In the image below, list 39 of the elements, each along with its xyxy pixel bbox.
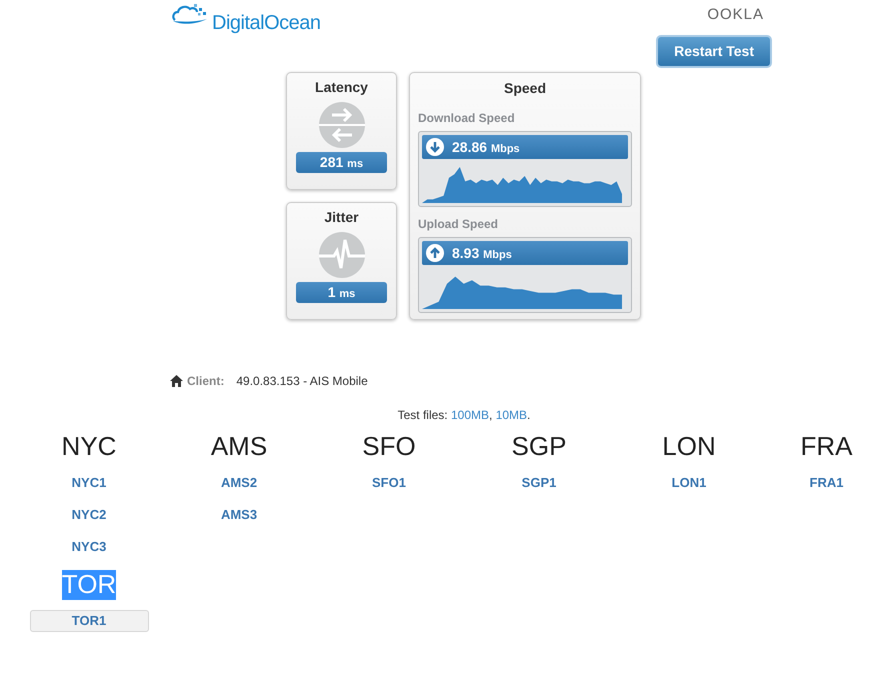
section-title: Download Speed xyxy=(418,110,516,127)
arrows-icon xyxy=(318,102,364,148)
server-link[interactable]: NYC2 xyxy=(30,504,148,526)
restart-button[interactable]: Restart Test xyxy=(656,34,772,68)
punctuation: , xyxy=(489,408,492,422)
server-link[interactable]: AMS2 xyxy=(180,472,298,494)
region-name: TOR xyxy=(62,570,116,600)
server-link[interactable]: NYC3 xyxy=(30,536,148,558)
region-name: AMS xyxy=(210,432,268,462)
file-link[interactable]: 10MB xyxy=(496,408,528,422)
logo-text[interactable]: DigitalOcean xyxy=(212,8,321,38)
region-name: SFO xyxy=(362,432,416,462)
server-link[interactable]: NYC1 xyxy=(30,472,148,494)
client-value: 49.0.83.153 - AIS Mobile xyxy=(236,373,368,390)
pulse-icon xyxy=(318,232,364,278)
speed-readout: 28.86 Mbps xyxy=(422,135,628,159)
panel-title: Latency xyxy=(315,78,368,97)
test-files-label: Test files: xyxy=(398,408,449,422)
server-link[interactable]: TOR1 xyxy=(30,610,148,632)
jitter-readout: 1 ms xyxy=(296,282,387,303)
server-link[interactable]: AMS3 xyxy=(180,504,298,526)
server-link[interactable]: SFO1 xyxy=(330,472,448,494)
region-name: FRA xyxy=(800,432,852,462)
region-name: SGP xyxy=(512,432,566,462)
panel-title: Jitter xyxy=(324,208,359,227)
server-link[interactable]: LON1 xyxy=(630,472,748,494)
section-title: Upload Speed xyxy=(418,216,500,233)
home-icon xyxy=(170,375,183,387)
panel-title: Speed xyxy=(504,80,546,96)
latency-readout: 281 ms xyxy=(296,152,387,173)
speed-readout: 8.93 Mbps xyxy=(422,241,628,265)
punctuation: . xyxy=(527,408,530,422)
region-name: LON xyxy=(662,432,716,462)
file-link[interactable]: 100MB xyxy=(450,408,489,422)
region-name: NYC xyxy=(62,432,116,462)
server-link[interactable]: FRA1 xyxy=(767,472,878,494)
server-link[interactable]: SGP1 xyxy=(480,472,598,494)
client-label: Client: xyxy=(187,373,224,390)
ookla-logo[interactable]: OOKLA xyxy=(707,4,764,26)
